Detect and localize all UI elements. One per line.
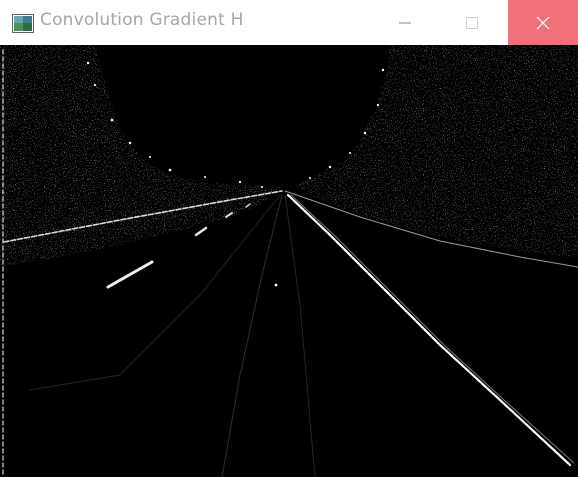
window-title: Convolution Gradient H xyxy=(40,10,244,30)
image-view[interactable] xyxy=(0,45,578,477)
minimize-button[interactable] xyxy=(376,0,434,45)
app-icon xyxy=(12,14,34,33)
close-button[interactable] xyxy=(508,0,578,45)
title-bar[interactable]: Convolution Gradient H xyxy=(0,0,578,45)
app-window: Convolution Gradient H xyxy=(0,0,578,477)
minimize-icon xyxy=(399,22,411,23)
maximize-icon xyxy=(466,16,478,29)
maximize-button[interactable] xyxy=(443,0,501,45)
close-icon xyxy=(536,16,550,29)
gradient-image xyxy=(0,45,578,477)
